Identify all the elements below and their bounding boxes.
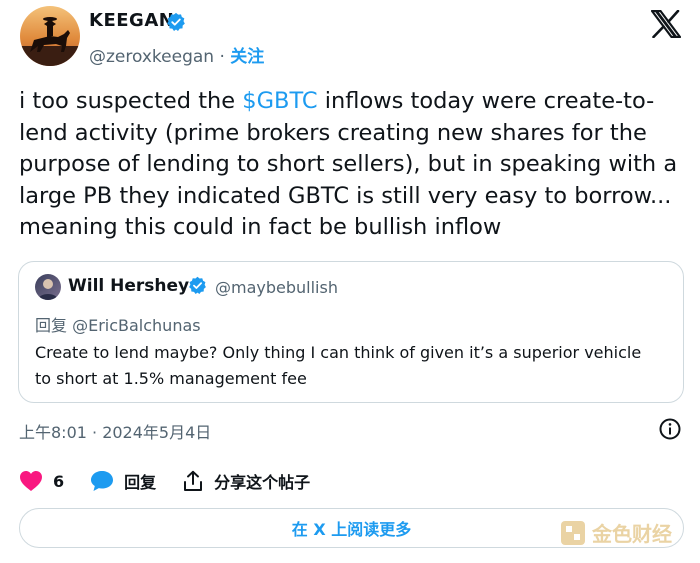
quote-author-avatar[interactable] [35,274,61,300]
reply-button[interactable]: 回复 [90,469,156,493]
verified-badge-icon [167,12,185,32]
author-name[interactable]: KEEGAN [89,10,174,31]
separator-dot: · [219,47,225,67]
verified-badge-icon [189,276,206,295]
action-bar: 6 回复 分享这个帖子 [19,466,336,496]
tweet-timestamp[interactable]: 上午8:01 · 2024年5月4日 [19,419,211,443]
quote-author-name[interactable]: Will Hershey [68,276,189,296]
watermark: 金色财经 [560,518,672,547]
reply-label: 回复 [124,473,157,492]
watermark-text: 金色财经 [592,522,672,546]
author-avatar[interactable] [20,6,80,66]
share-label: 分享这个帖子 [214,473,311,492]
tweet-text: i too suspected the $GBTC inflows today … [19,86,684,244]
quote-text: Create to lend maybe? Only thing I can t… [35,343,642,388]
jinse-logo-icon [561,520,585,545]
tweet-text-part-1: i too suspected the [19,88,243,114]
person-icon [38,279,58,300]
quoted-tweet-card[interactable]: Will Hershey @maybebullish 回复 @EricBalch… [18,261,684,403]
like-button[interactable]: 6 [19,470,64,492]
x-logo-icon[interactable] [651,10,681,38]
follow-button[interactable]: 关注 [230,47,264,67]
reply-bubble-icon [91,471,114,491]
like-count: 6 [53,471,65,491]
cashtag-link[interactable]: $GBTC [242,88,317,114]
heart-icon [20,471,42,491]
info-icon[interactable] [658,417,682,441]
quote-reply-to: 回复 @EricBalchunas [35,316,201,335]
author-handle[interactable]: @zeroxkeegan [89,47,214,67]
read-more-label: 在 X 上阅读更多 [291,520,412,539]
author-handle-row: @zeroxkeegan · 关注 [89,42,264,67]
quote-author-handle[interactable]: @maybebullish [215,278,338,297]
cowboy-silhouette-icon [20,17,80,66]
share-button[interactable]: 分享这个帖子 [182,469,310,493]
share-icon [184,470,203,491]
